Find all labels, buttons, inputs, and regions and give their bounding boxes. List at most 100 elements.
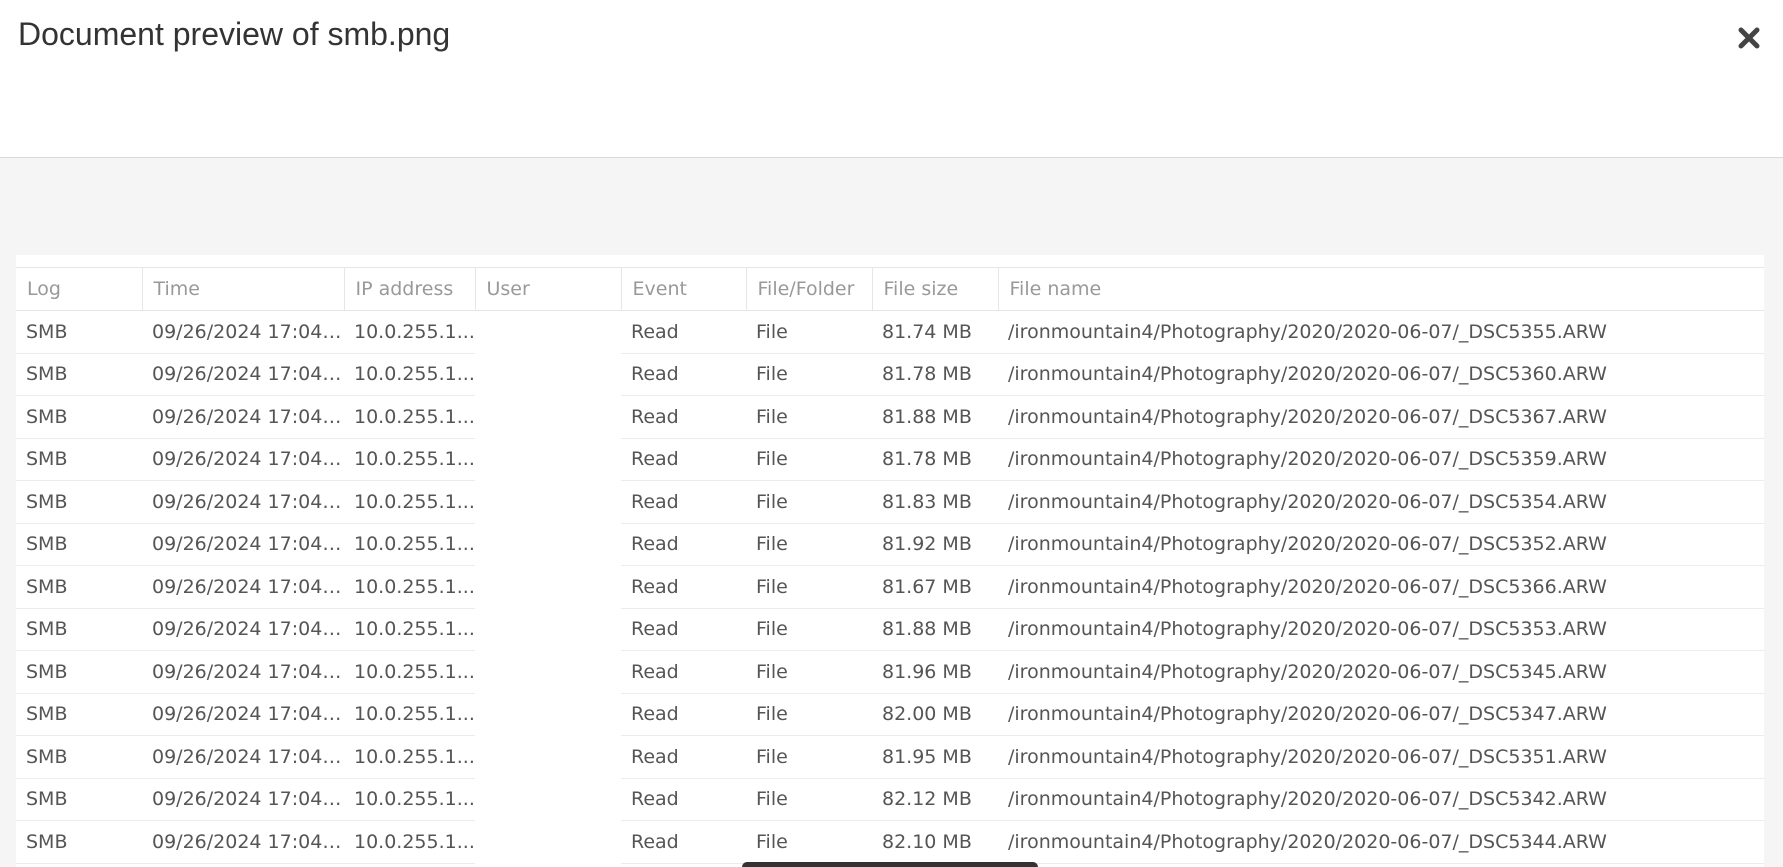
cell-event: Read xyxy=(621,820,746,864)
cell-ip-address: 10.0.255.1... xyxy=(344,310,475,354)
cell-event: Read xyxy=(621,565,746,609)
cell-log: SMB xyxy=(16,523,142,566)
column-header-time: Time xyxy=(141,267,344,311)
cell-log: SMB xyxy=(16,438,142,481)
table-row: SMB 09/26/2024 17:04:... 10.0.255.1... Read… xyxy=(16,650,1764,694)
cell-file-name: /ironmountain4/Photography/2020/2020-06-… xyxy=(998,310,1764,354)
cell-file-folder: File xyxy=(746,820,872,864)
cell-file-size: 81.67 MB xyxy=(872,565,998,609)
column-header-event: Event xyxy=(620,267,746,311)
cell-file-folder: File xyxy=(746,650,872,694)
cell-ip-address: 10.0.255.1... xyxy=(344,353,475,396)
table-row: SMB 09/26/2024 17:04:... 10.0.255.1... Read… xyxy=(16,353,1764,396)
log-table: Log Time IP address User Event File/Fold… xyxy=(16,267,1764,864)
cell-log: SMB xyxy=(16,310,142,354)
cell-ip-address: 10.0.255.1... xyxy=(344,820,475,864)
cell-user xyxy=(475,778,621,821)
cell-event: Read xyxy=(621,353,746,396)
cell-event: Read xyxy=(621,480,746,524)
cell-time: 09/26/2024 17:04:... xyxy=(142,608,344,651)
cell-file-folder: File xyxy=(746,608,872,651)
cell-ip-address: 10.0.255.1... xyxy=(344,565,475,609)
cell-file-folder: File xyxy=(746,353,872,396)
cell-log: SMB xyxy=(16,480,142,524)
cell-ip-address: 10.0.255.1... xyxy=(344,735,475,779)
cell-file-size: 82.10 MB xyxy=(872,820,998,864)
cell-log: SMB xyxy=(16,693,142,736)
table-row: SMB 09/26/2024 17:04:... 10.0.255.1... Read… xyxy=(16,693,1764,736)
cell-file-name: /ironmountain4/Photography/2020/2020-06-… xyxy=(998,735,1764,779)
cell-file-size: 81.74 MB xyxy=(872,310,998,354)
cell-user xyxy=(475,438,621,481)
table-header-row: Log Time IP address User Event File/Fold… xyxy=(16,267,1764,311)
cell-log: SMB xyxy=(16,820,142,864)
cell-user xyxy=(475,651,621,694)
cell-log: SMB xyxy=(16,608,142,651)
dialog-header: Document preview of smb.png xyxy=(0,0,1783,158)
cell-event: Read xyxy=(621,395,746,439)
cell-file-name: /ironmountain4/Photography/2020/2020-06-… xyxy=(998,820,1764,864)
scrollbar-thumb[interactable] xyxy=(742,862,1038,867)
cell-time: 09/26/2024 17:04:... xyxy=(142,650,344,694)
cell-file-folder: File xyxy=(746,565,872,609)
cell-user xyxy=(475,566,621,609)
cell-file-size: 81.88 MB xyxy=(872,608,998,651)
cell-file-folder: File xyxy=(746,523,872,566)
cell-file-name: /ironmountain4/Photography/2020/2020-06-… xyxy=(998,778,1764,821)
cell-file-size: 81.78 MB xyxy=(872,438,998,481)
table-row: SMB 09/26/2024 17:04:... 10.0.255.1... Read… xyxy=(16,310,1764,354)
table-row: SMB 09/26/2024 17:04:... 10.0.255.1... Read… xyxy=(16,480,1764,524)
cell-file-folder: File xyxy=(746,693,872,736)
cell-time: 09/26/2024 17:04:... xyxy=(142,820,344,864)
cell-ip-address: 10.0.255.1... xyxy=(344,438,475,481)
cell-log: SMB xyxy=(16,778,142,821)
cell-log: SMB xyxy=(16,735,142,779)
preview-area: Log Time IP address User Event File/Fold… xyxy=(0,158,1783,867)
column-header-ip-address: IP address xyxy=(343,267,475,311)
column-header-file-size: File size xyxy=(871,267,998,311)
cell-file-name: /ironmountain4/Photography/2020/2020-06-… xyxy=(998,523,1764,566)
cell-file-folder: File xyxy=(746,395,872,439)
table-row: SMB 09/26/2024 17:04:... 10.0.255.1... Read… xyxy=(16,395,1764,439)
cell-user xyxy=(475,523,621,566)
cell-file-name: /ironmountain4/Photography/2020/2020-06-… xyxy=(998,480,1764,524)
cell-time: 09/26/2024 17:04:... xyxy=(142,353,344,396)
cell-file-folder: File xyxy=(746,310,872,354)
cell-user xyxy=(475,353,621,396)
cell-file-size: 81.95 MB xyxy=(872,735,998,779)
table-row: SMB 09/26/2024 17:04:... 10.0.255.1... Read… xyxy=(16,438,1764,481)
cell-file-size: 81.78 MB xyxy=(872,353,998,396)
cell-ip-address: 10.0.255.1... xyxy=(344,693,475,736)
cell-file-size: 81.92 MB xyxy=(872,523,998,566)
cell-file-name: /ironmountain4/Photography/2020/2020-06-… xyxy=(998,693,1764,736)
cell-time: 09/26/2024 17:04:... xyxy=(142,438,344,481)
cell-file-name: /ironmountain4/Photography/2020/2020-06-… xyxy=(998,395,1764,439)
cell-file-name: /ironmountain4/Photography/2020/2020-06-… xyxy=(998,608,1764,651)
cell-log: SMB xyxy=(16,650,142,694)
preview-image: Log Time IP address User Event File/Fold… xyxy=(16,255,1764,867)
cell-ip-address: 10.0.255.1... xyxy=(344,523,475,566)
cell-event: Read xyxy=(621,523,746,566)
cell-file-size: 82.12 MB xyxy=(872,778,998,821)
column-header-file-folder: File/Folder xyxy=(745,267,872,311)
cell-time: 09/26/2024 17:04:... xyxy=(142,693,344,736)
cell-event: Read xyxy=(621,650,746,694)
column-header-file-name: File name xyxy=(997,267,1764,311)
cell-time: 09/26/2024 17:04:... xyxy=(142,778,344,821)
cell-file-name: /ironmountain4/Photography/2020/2020-06-… xyxy=(998,353,1764,396)
cell-file-folder: File xyxy=(746,735,872,779)
cell-event: Read xyxy=(621,778,746,821)
close-icon xyxy=(1738,27,1760,49)
cell-time: 09/26/2024 17:04:... xyxy=(142,565,344,609)
cell-event: Read xyxy=(621,608,746,651)
cell-user xyxy=(475,311,621,354)
cell-user xyxy=(475,736,621,779)
cell-event: Read xyxy=(621,438,746,481)
close-button[interactable] xyxy=(1729,18,1769,58)
cell-ip-address: 10.0.255.1... xyxy=(344,778,475,821)
cell-file-size: 81.88 MB xyxy=(872,395,998,439)
cell-file-folder: File xyxy=(746,438,872,481)
table-row: SMB 09/26/2024 17:04:... 10.0.255.1... Read… xyxy=(16,523,1764,566)
table-row: SMB 09/26/2024 17:04:... 10.0.255.1... Read… xyxy=(16,735,1764,779)
cell-time: 09/26/2024 17:04:... xyxy=(142,310,344,354)
